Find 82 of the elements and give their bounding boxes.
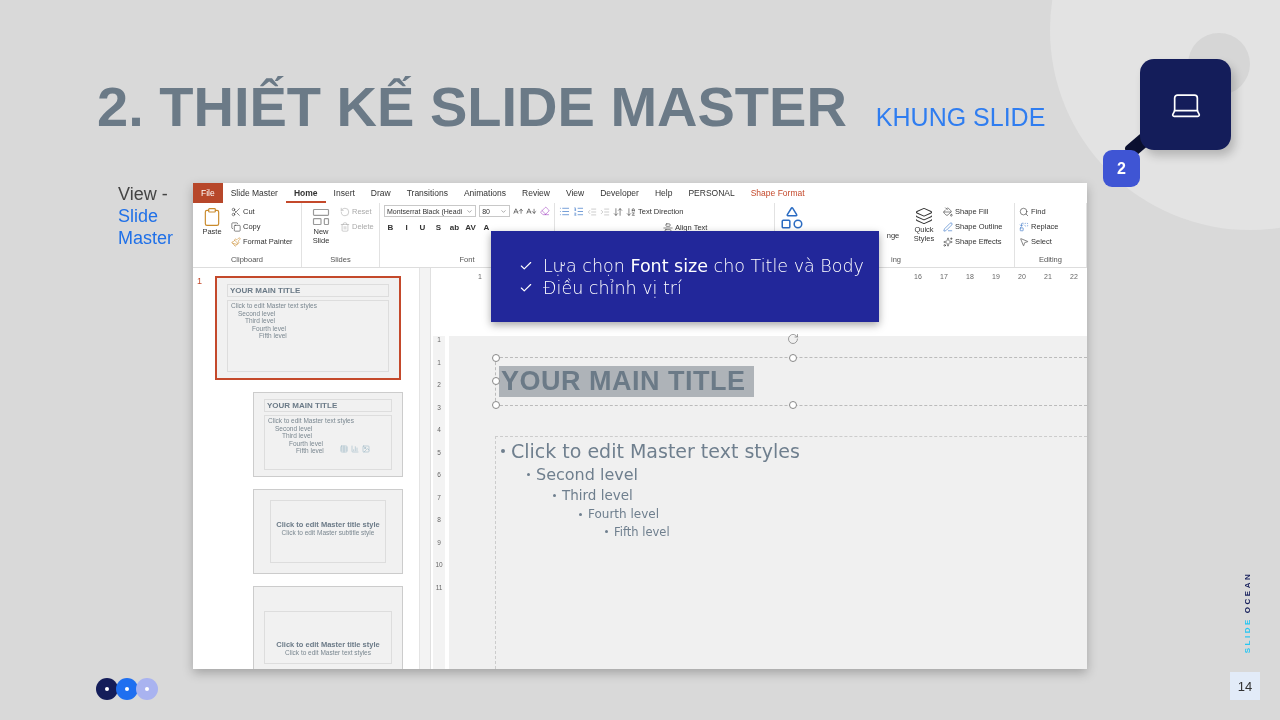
resize-handle[interactable] — [492, 354, 500, 362]
ribbon-tab[interactable]: Slide Master — [222, 183, 286, 203]
align-text-icon — [663, 222, 673, 233]
rotate-handle-icon — [787, 333, 799, 345]
slide-number: 1 — [197, 276, 203, 288]
scissors-icon — [231, 206, 241, 217]
line-spacing-icon — [613, 206, 623, 217]
indent-increase-icon — [600, 206, 610, 217]
bullet-text: Fifth level — [614, 524, 670, 539]
ribbon-tab[interactable]: Draw — [362, 183, 399, 203]
caret-icon — [466, 207, 474, 215]
copy-icon — [231, 221, 241, 232]
bullet-text: Third level — [562, 487, 633, 503]
callout-text: Lựa chọn Font size cho Title và Body — [543, 255, 864, 276]
step-number: 2 — [1103, 150, 1140, 187]
ribbon-tab[interactable]: Animations — [455, 183, 514, 203]
dots-drawing — [95, 677, 159, 701]
replace-icon — [1019, 221, 1029, 232]
indent-decrease-icon — [587, 206, 597, 217]
table-icon — [340, 444, 348, 453]
paintbrush-icon — [231, 236, 241, 247]
brand-text: OCEAN — [1243, 571, 1253, 614]
clear-format-icon — [540, 206, 550, 216]
pointer-icon — [1019, 236, 1029, 247]
slide-layout-icon — [311, 207, 331, 227]
ribbon-tab[interactable]: Shape Format — [742, 183, 813, 203]
quick-styles-icon — [915, 207, 933, 225]
ribbon-tab[interactable]: Review — [514, 183, 558, 203]
format-button[interactable]: ab — [448, 223, 461, 232]
ribbon-tab[interactable]: View — [557, 183, 593, 203]
resize-handle[interactable] — [789, 354, 797, 362]
ribbon-tab[interactable]: Transitions — [398, 183, 456, 203]
caret-icon — [499, 207, 507, 215]
scrollbar[interactable] — [419, 268, 430, 669]
format-button[interactable]: B — [384, 223, 397, 232]
body-placeholder[interactable]: Click to edit Master text styles Second level Third level Fourth level Fifth level — [495, 436, 1087, 669]
format-button[interactable]: AV — [464, 223, 477, 232]
ribbon-tab[interactable]: Home — [285, 183, 326, 203]
format-button[interactable]: A — [480, 223, 493, 232]
resize-handle[interactable] — [789, 401, 797, 409]
text-direction-icon — [626, 206, 636, 217]
ribbon-tab[interactable]: Help — [646, 183, 681, 203]
bullets-icon — [559, 206, 570, 217]
pen-icon — [943, 221, 953, 232]
thumbnail-title: YOUR MAIN TITLE — [227, 284, 389, 297]
shapes-gallery-icon — [779, 205, 805, 231]
slide-heading: 2. THIẾT KẾ SLIDE MASTER — [97, 74, 847, 139]
bullet-text: Fourth level — [588, 507, 659, 521]
numbering-icon — [573, 206, 584, 217]
format-button[interactable]: U — [416, 223, 429, 232]
brand-text: SLIDE — [1243, 617, 1253, 654]
resize-handle[interactable] — [492, 401, 500, 409]
ribbon-tab[interactable]: File — [193, 183, 223, 203]
bullet-icon — [501, 449, 505, 453]
bullet-text: Click to edit Master text styles — [511, 440, 800, 462]
bullet-text: Second level — [536, 464, 638, 484]
thumbnail-title: YOUR MAIN TITLE — [264, 399, 392, 412]
bullet-icon — [605, 530, 608, 533]
slide-title: YOUR MAIN TITLE — [499, 366, 754, 397]
chart-icon — [351, 444, 359, 453]
view-path: Slide Master — [118, 205, 174, 249]
callout-text: Điều chỉnh vị trí — [543, 277, 682, 298]
view-label: View - — [118, 183, 169, 205]
slide-subheading: KHUNG SLIDE — [875, 103, 1046, 132]
effects-icon — [943, 236, 953, 247]
ribbon-tab[interactable]: Insert — [325, 183, 363, 203]
ribbon-tab[interactable]: PERSONAL — [680, 183, 743, 203]
reset-icon — [340, 206, 350, 217]
bullet-icon — [527, 472, 530, 476]
page-number: 14 — [1230, 672, 1260, 700]
paint-bucket-icon — [943, 206, 953, 217]
bullet-icon — [579, 512, 582, 516]
clipboard-icon — [202, 207, 222, 227]
shrink-font-icon — [526, 205, 538, 217]
ribbon-tab[interactable]: Developer — [592, 183, 647, 203]
bullet-icon — [553, 493, 556, 497]
format-button[interactable]: S — [432, 223, 445, 232]
format-button[interactable]: I — [400, 223, 413, 232]
search-icon — [1019, 206, 1029, 217]
image-icon — [362, 444, 370, 453]
trash-icon — [340, 221, 350, 232]
grow-font-icon — [512, 205, 524, 217]
